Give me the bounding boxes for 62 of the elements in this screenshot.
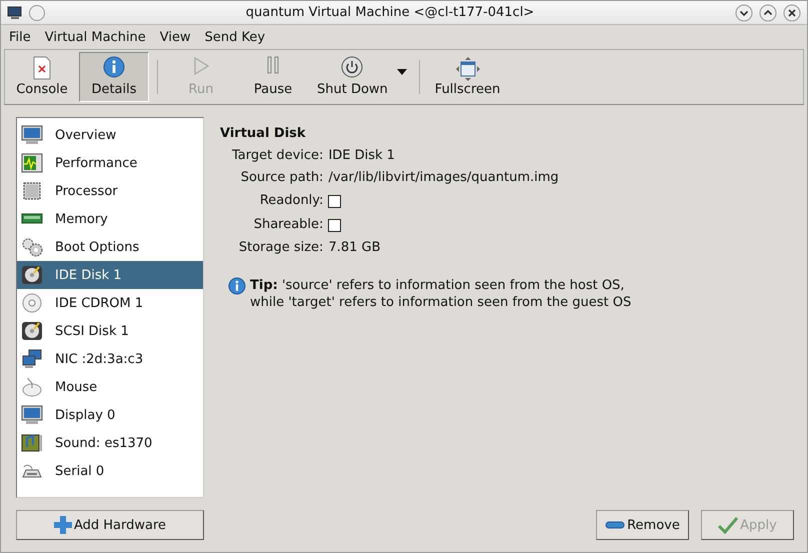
checkbox[interactable] [328, 194, 342, 208]
window-title: quantum Virtual Machine <@cl-t177-041cl> [244, 5, 536, 20]
section-heading: Virtual Disk [220, 126, 307, 141]
power-icon [341, 56, 364, 78]
field-label: Target device: [232, 147, 324, 165]
field-label: Shareable: [254, 216, 324, 234]
monitor-icon [21, 405, 43, 425]
plus-icon [54, 516, 72, 534]
hardware-list-item[interactable]: Mouse [17, 373, 203, 401]
window-menu-button[interactable] [29, 4, 45, 20]
minus-icon [605, 521, 626, 529]
hardware-list-item[interactable]: Performance [17, 149, 203, 177]
hardware-list-item[interactable]: Memory [17, 205, 203, 233]
toolbar-button[interactable]: Pause [238, 52, 308, 102]
hardware-list-item[interactable]: IDE Disk 1 [17, 261, 203, 289]
hardware-list-item[interactable]: Overview [17, 121, 203, 149]
hardware-list-item[interactable]: NIC :2d:3a:c3 [17, 345, 203, 373]
hardware-list-item[interactable]: SCSI Disk 1 [17, 317, 203, 345]
info-icon [103, 56, 125, 78]
checkmark-icon [718, 516, 738, 534]
field-value: 7.81 GB [328, 239, 381, 257]
sound-card-icon [21, 433, 43, 453]
toolbar-button[interactable]: Fullscreen [428, 52, 508, 102]
app-icon [7, 6, 23, 20]
pause-icon [266, 56, 280, 74]
field-label: Source path: [240, 169, 324, 187]
toolbar-button[interactable]: Console [7, 52, 77, 102]
hardware-list-item[interactable]: Display 0 [17, 401, 203, 429]
hardware-list-item[interactable]: Processor [17, 177, 203, 205]
dropdown-caret-icon[interactable] [396, 69, 407, 75]
hardware-list-item[interactable]: Sound: es1370 [17, 429, 203, 457]
play-icon [192, 56, 210, 76]
menu-item[interactable]: File [9, 30, 31, 44]
field-value: /var/lib/libvirt/images/quantum.img [328, 169, 559, 187]
hardware-list-item[interactable]: IDE CDROM 1 [17, 289, 203, 317]
hardware-list-item[interactable]: Boot Options [17, 233, 203, 261]
field-label: Storage size: [238, 239, 324, 257]
disc-icon [21, 293, 43, 313]
menu-item[interactable]: View [160, 30, 191, 44]
maximize-icon[interactable] [759, 4, 777, 22]
add-hardware-button[interactable]: Add Hardware [16, 510, 204, 540]
network-icon [21, 349, 43, 369]
minimize-icon[interactable] [735, 4, 753, 22]
menu-item[interactable]: Virtual Machine [44, 30, 146, 44]
gears-icon [21, 237, 43, 257]
chip-icon [21, 181, 43, 201]
menu-item[interactable]: Send Key [204, 30, 266, 44]
info-icon [228, 277, 246, 295]
toolbar-button[interactable]: Shut Down [310, 52, 395, 102]
close-icon[interactable] [783, 4, 801, 22]
field-label: Readonly: [260, 192, 324, 210]
checkbox[interactable] [328, 218, 342, 232]
toolbar-button[interactable]: Details [79, 52, 149, 102]
hardware-list-item[interactable]: Serial 0 [17, 457, 203, 485]
remove-button[interactable]: Remove [596, 510, 689, 540]
monitor-icon [21, 125, 43, 145]
document-icon [32, 56, 52, 80]
tip-text: Tip: 'source' refers to information seen from the host OS, while 'target' refers to information seen from the guest OS [250, 277, 632, 311]
fullscreen-icon [454, 56, 481, 82]
field-value: IDE Disk 1 [328, 147, 395, 165]
mouse-icon [21, 377, 43, 397]
chart-icon [21, 153, 43, 173]
